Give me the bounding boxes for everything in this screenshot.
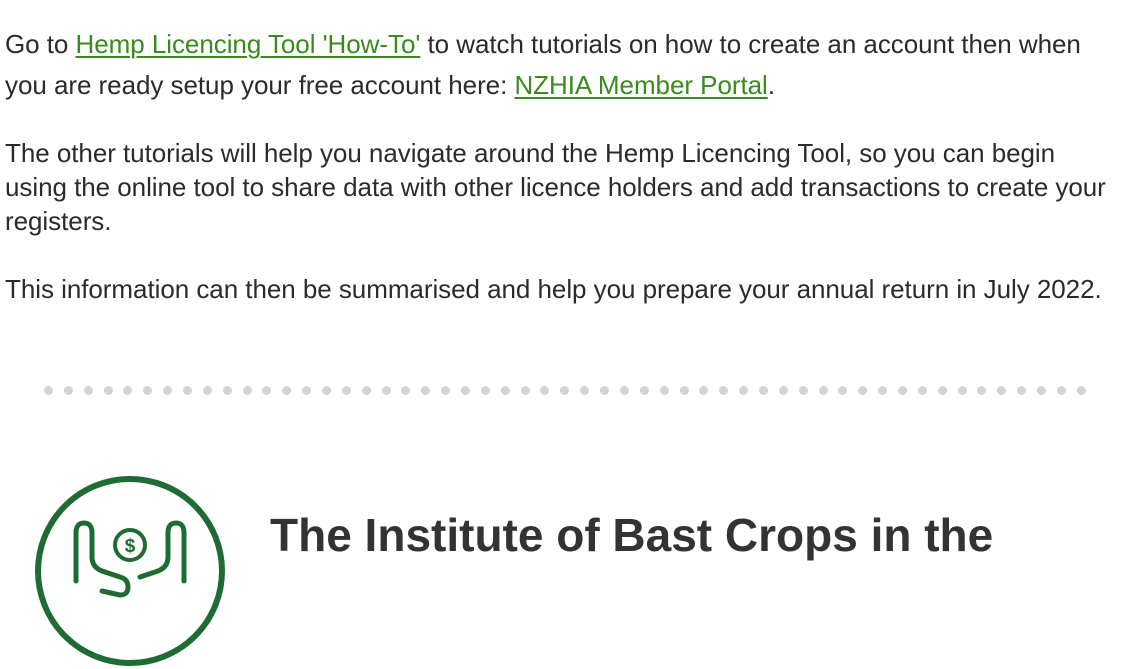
divider-dot [1056, 385, 1066, 395]
divider-dot [977, 385, 987, 395]
divider-dot [282, 385, 292, 395]
divider-dot [63, 385, 73, 395]
svg-text:$: $ [125, 536, 136, 557]
hands-holding-dollar-coin-icon: $ [35, 476, 225, 666]
divider-dot [500, 385, 510, 395]
institute-heading: The Institute of Bast Crops in the [270, 509, 994, 561]
divider-dot [619, 385, 629, 395]
divider-dot [917, 385, 927, 395]
intro-text-before-link: Go to [5, 29, 76, 59]
divider-dot [560, 385, 570, 395]
dotted-divider [44, 383, 1086, 397]
tutorials-paragraph: The other tutorials will help you naviga… [5, 138, 1106, 236]
divider-dot [441, 385, 451, 395]
divider-dot [381, 385, 391, 395]
divider-dot [202, 385, 212, 395]
divider-dot [103, 385, 113, 395]
divider-dot [897, 385, 907, 395]
divider-dot [44, 385, 53, 395]
divider-dot [739, 385, 749, 395]
divider-dot [679, 385, 689, 395]
divider-dot [997, 385, 1007, 395]
divider-dot [302, 385, 312, 395]
divider-dot [222, 385, 232, 395]
divider-dot [600, 385, 610, 395]
intro-text-end: . [767, 70, 775, 100]
divider-dot [322, 385, 332, 395]
divider-dot [1076, 385, 1086, 395]
divider-dot [778, 385, 788, 395]
divider-dot [480, 385, 490, 395]
divider-dot [1017, 385, 1027, 395]
newsletter-body: Go to Hemp Licencing Tool 'How-To' to wa… [5, 24, 1123, 306]
divider-dot [699, 385, 709, 395]
divider-dot [957, 385, 967, 395]
divider-dot [401, 385, 411, 395]
divider-dot [878, 385, 888, 395]
divider-dot [520, 385, 530, 395]
divider-dot [163, 385, 173, 395]
annual-return-paragraph: This information can then be summarised … [5, 274, 1102, 304]
divider-dot [540, 385, 550, 395]
divider-dot [639, 385, 649, 395]
divider-dot [719, 385, 729, 395]
divider-dot [421, 385, 431, 395]
divider-dot [838, 385, 848, 395]
divider-dot [341, 385, 351, 395]
divider-dot [858, 385, 868, 395]
divider-dot [242, 385, 252, 395]
divider-dot [580, 385, 590, 395]
divider-dot [143, 385, 153, 395]
intro-paragraph: Go to Hemp Licencing Tool 'How-To' to wa… [5, 24, 1123, 106]
divider-dot [1036, 385, 1046, 395]
divider-dot [937, 385, 947, 395]
divider-dot [83, 385, 93, 395]
divider-dot [183, 385, 193, 395]
divider-dot [659, 385, 669, 395]
hemp-licencing-tool-how-to-link[interactable]: Hemp Licencing Tool 'How-To' [76, 29, 421, 59]
divider-dot [461, 385, 471, 395]
divider-dot [361, 385, 371, 395]
divider-dot [798, 385, 808, 395]
nzhia-member-portal-link[interactable]: NZHIA Member Portal [514, 70, 767, 100]
divider-dot [262, 385, 272, 395]
divider-dot [818, 385, 828, 395]
divider-dot [758, 385, 768, 395]
divider-dot [123, 385, 133, 395]
